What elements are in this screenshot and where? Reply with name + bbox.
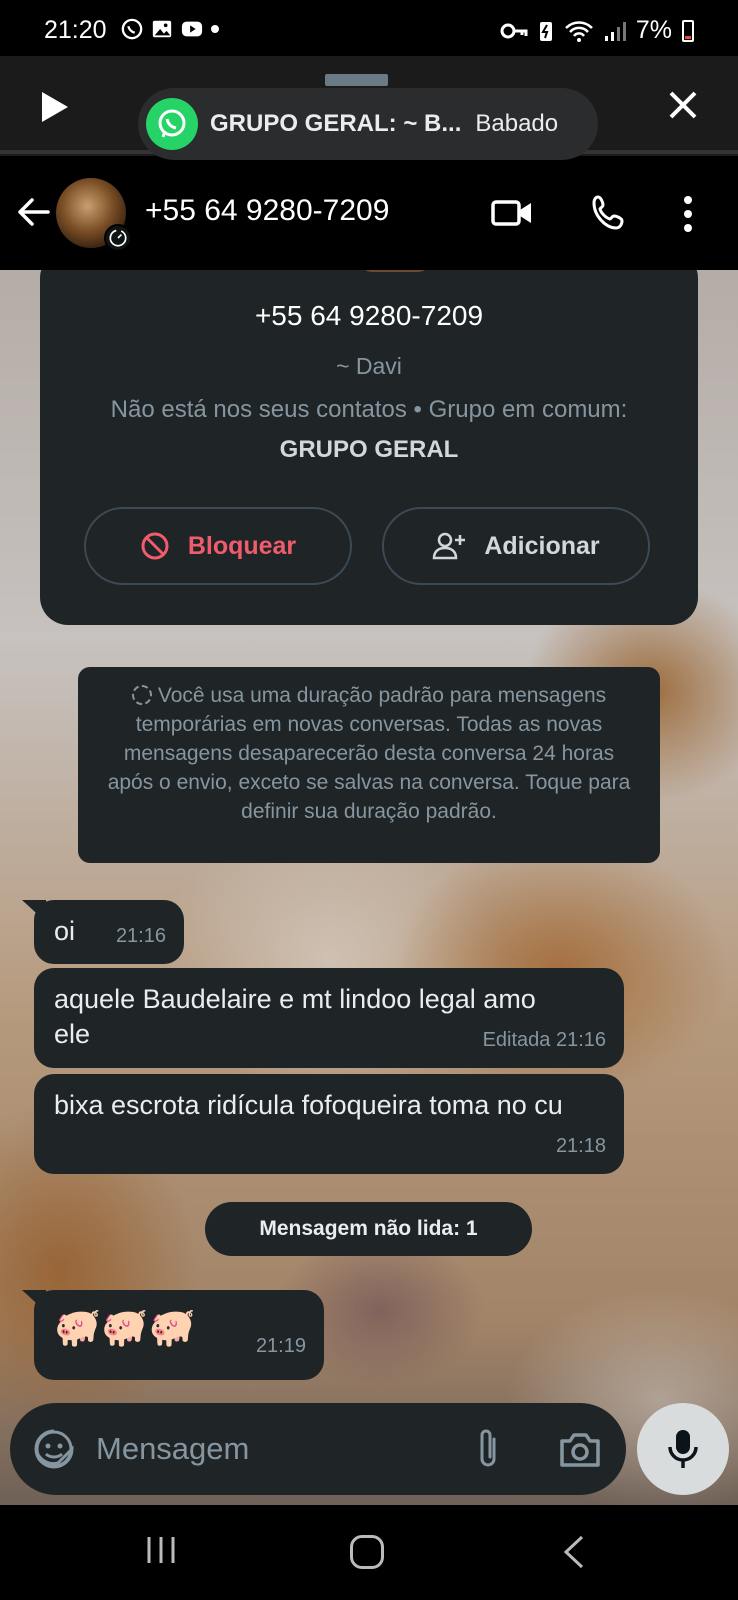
- message-time: 21:16: [115, 925, 166, 947]
- bubble-tail: [22, 900, 46, 922]
- block-icon: [141, 532, 169, 560]
- add-person-icon: [433, 532, 466, 560]
- attach-icon[interactable]: [470, 1427, 506, 1471]
- message-text: bixa escrota ridícula fofoqueira toma no…: [54, 1090, 563, 1120]
- back-arrow-icon[interactable]: [16, 194, 52, 230]
- mic-button[interactable]: [637, 1403, 729, 1495]
- status-notification-icons: [120, 18, 220, 40]
- notification-title: GRUPO GERAL: ~ B...: [210, 110, 462, 137]
- signal-icon: [604, 21, 626, 41]
- chat-header: +55 64 9280-7209: [0, 160, 738, 270]
- nav-back-icon[interactable]: [562, 1535, 586, 1569]
- battery-saver-icon: [539, 21, 552, 41]
- block-button[interactable]: Bloquear: [84, 507, 352, 585]
- home-icon[interactable]: [350, 1535, 384, 1569]
- message-bubble[interactable]: 🐖🐖🐖 21:19: [22, 1290, 324, 1380]
- message-time: 21:19: [255, 1335, 306, 1357]
- more-vert-icon[interactable]: [682, 194, 694, 234]
- status-bar: 21:20 7%: [0, 0, 738, 56]
- chat-area[interactable]: +55 64 9280-7209 ~ Davi Não está nos seu…: [0, 270, 738, 1505]
- youtube-icon: [181, 21, 203, 37]
- message-text: oi: [54, 916, 76, 946]
- chat-title[interactable]: +55 64 9280-7209: [145, 194, 389, 228]
- message-time: 21:18: [555, 1135, 606, 1157]
- common-group-name: GRUPO GERAL: [279, 436, 459, 463]
- sticker-icon[interactable]: [32, 1427, 76, 1471]
- whatsapp-icon: [121, 18, 143, 40]
- close-icon[interactable]: [668, 90, 698, 120]
- contact-phone: +55 64 9280-7209: [254, 300, 484, 331]
- contact-info: Não está nos seus contatos • Grupo em co…: [100, 390, 638, 470]
- whatsapp-icon: [146, 98, 198, 150]
- drag-handle[interactable]: [325, 74, 388, 86]
- message-bubble[interactable]: bixa escrota ridícula fofoqueira toma no…: [34, 1074, 624, 1174]
- battery-percentage: 7%: [635, 16, 672, 44]
- disappearing-timer-icon: [104, 224, 132, 252]
- message-bubble[interactable]: aquele Baudelaire e mt lindoo legal amo …: [34, 968, 624, 1068]
- message-composer: [10, 1403, 626, 1495]
- contact-info-card: +55 64 9280-7209 ~ Davi Não está nos seu…: [40, 270, 698, 625]
- message-text: aquele Baudelaire e mt lindoo legal amo …: [54, 984, 536, 1049]
- disappearing-messages-note[interactable]: Você usa uma duração padrão para mensage…: [78, 667, 660, 863]
- key-icon: [500, 23, 528, 38]
- play-icon[interactable]: [40, 90, 70, 124]
- contact-info-text: Não está nos seus contatos • Grupo em co…: [110, 396, 628, 423]
- dot-icon: [211, 25, 219, 33]
- voice-call-icon[interactable]: [590, 194, 628, 232]
- status-system-icons: 7%: [500, 16, 694, 45]
- contact-avatar: [360, 270, 430, 272]
- add-label: Adicionar: [484, 531, 600, 560]
- unread-divider: Mensagem não lida: 1: [205, 1202, 532, 1256]
- camera-icon[interactable]: [558, 1429, 602, 1469]
- block-label: Bloquear: [187, 531, 297, 560]
- gallery-icon: [152, 20, 172, 38]
- system-nav-bar: [0, 1505, 738, 1600]
- battery-icon: [682, 19, 694, 42]
- status-time: 21:20: [44, 16, 107, 44]
- notification-pill[interactable]: GRUPO GERAL: ~ B... Babado: [138, 88, 598, 160]
- video-call-icon[interactable]: [490, 196, 534, 230]
- mic-icon: [668, 1430, 698, 1468]
- message-text: 🐖🐖🐖: [54, 1307, 196, 1349]
- message-time: Editada 21:16: [482, 1029, 606, 1051]
- timer-icon: [131, 685, 152, 705]
- bubble-tail: [22, 1290, 46, 1312]
- wifi-icon: [564, 20, 593, 42]
- contact-name: ~ Davi: [336, 353, 402, 379]
- add-contact-button[interactable]: Adicionar: [382, 507, 650, 585]
- system-note-text: Você usa uma duração padrão para mensage…: [107, 684, 631, 823]
- recents-icon[interactable]: [144, 1535, 178, 1565]
- notification-subtitle: Babado: [475, 110, 559, 137]
- message-input[interactable]: [96, 1425, 436, 1473]
- message-bubble[interactable]: oi 21:16: [22, 900, 184, 964]
